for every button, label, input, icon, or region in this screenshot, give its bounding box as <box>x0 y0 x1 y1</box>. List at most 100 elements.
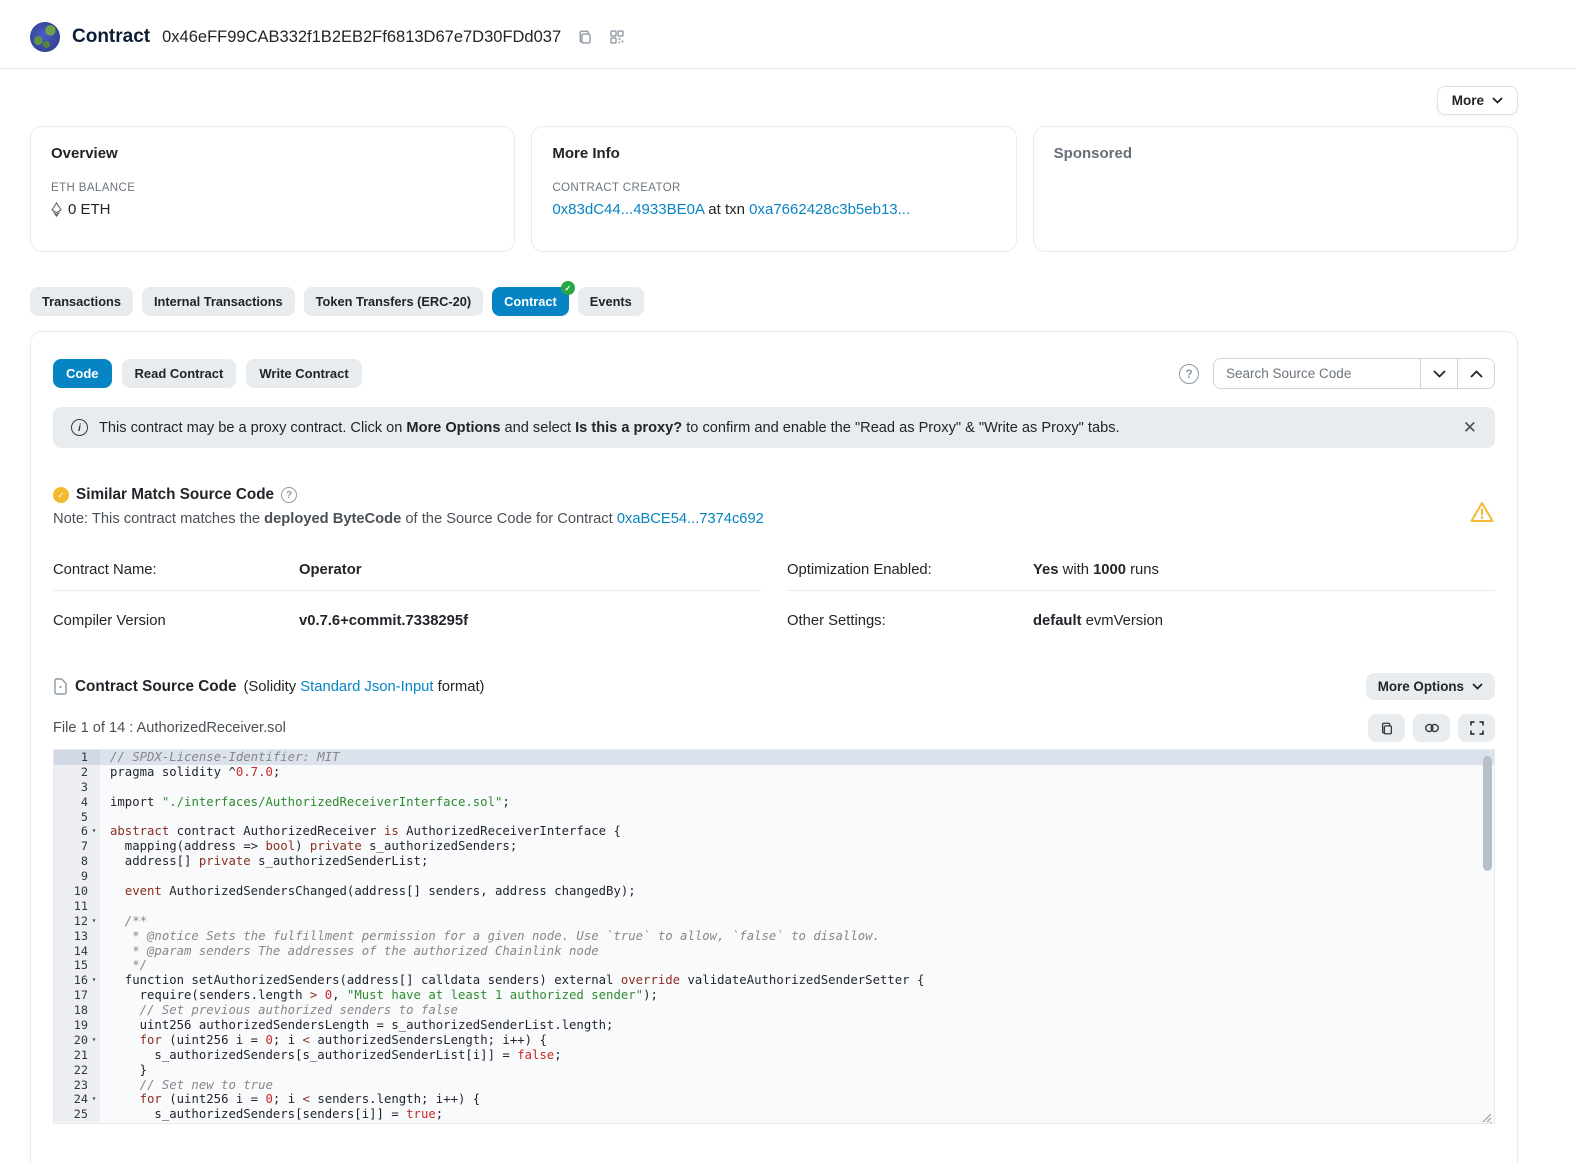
warning-triangle-icon[interactable] <box>1469 500 1495 529</box>
similar-match-help-icon[interactable]: ? <box>281 487 297 503</box>
code-line: 20▾ for (uint256 i = 0; i < authorizedSe… <box>54 1033 1494 1048</box>
code-line: 17 require(senders.length > 0, "Must hav… <box>54 988 1494 1003</box>
more-options-button[interactable]: More Options <box>1366 673 1495 700</box>
copy-address-icon[interactable] <box>577 29 593 45</box>
collapse-section-button[interactable] <box>1457 359 1494 388</box>
code-line: 12▾ /** <box>54 914 1494 929</box>
tab-contract-label: Contract <box>504 294 557 309</box>
sponsored-card: Sponsored <box>1033 126 1518 252</box>
similar-match-note: Note: This contract matches the deployed… <box>53 511 1495 527</box>
contract-creator-value: 0x83dC44...4933BE0A at txn 0xa7662428c3b… <box>552 201 995 218</box>
code-line: 25 s_authorizedSenders[senders[i]] = tru… <box>54 1107 1494 1122</box>
code-line: 6▾abstract contract AuthorizedReceiver i… <box>54 824 1494 839</box>
tab-token-transfers[interactable]: Token Transfers (ERC-20) <box>304 287 484 316</box>
line-number: 9 <box>54 869 88 884</box>
line-number: 14 <box>54 944 88 959</box>
verified-check-badge-icon: ✓ <box>561 281 575 295</box>
tab-contract[interactable]: Contract ✓ <box>492 287 569 316</box>
file-icon <box>53 678 68 695</box>
link[interactable]: 0xa7662428c3b5eb13... <box>749 201 910 218</box>
code-line: 15 */ <box>54 958 1494 973</box>
tab-internal-transactions[interactable]: Internal Transactions <box>142 287 295 316</box>
code-editor[interactable]: 1// SPDX-License-Identifier: MIT2pragma … <box>53 749 1495 1124</box>
line-number: 13 <box>54 929 88 944</box>
similar-match-section: ✓ Similar Match Source Code ? Note: This… <box>53 486 1495 527</box>
resize-handle[interactable] <box>1479 1108 1492 1121</box>
code-line: 23 // Set new to true <box>54 1078 1494 1093</box>
line-number: 12 <box>54 914 88 929</box>
code-line: 9 <box>54 869 1494 884</box>
link[interactable]: 0x83dC44...4933BE0A <box>552 201 704 218</box>
metadata-right-column: Optimization Enabled: Yes with 1000 runs… <box>787 551 1495 641</box>
optimization-label: Optimization Enabled: <box>787 562 1033 578</box>
fold-arrow-icon[interactable]: ▾ <box>88 1033 100 1048</box>
line-number: 4 <box>54 795 88 810</box>
compiler-version-label: Compiler Version <box>53 613 299 629</box>
contract-avatar <box>30 22 60 52</box>
line-number: 11 <box>54 899 88 914</box>
code-line: 10 event AuthorizedSendersChanged(addres… <box>54 884 1494 899</box>
code-line: 13 * @notice Sets the fulfillment permis… <box>54 929 1494 944</box>
contract-creator-label: CONTRACT CREATOR <box>552 182 995 194</box>
code-line: 14 * @param senders The addresses of the… <box>54 944 1494 959</box>
proxy-notice-banner: i This contract may be a proxy contract.… <box>53 407 1495 448</box>
close-icon[interactable]: ✕ <box>1463 419 1477 436</box>
code-line: 21 s_authorizedSenders[s_authorizedSende… <box>54 1048 1494 1063</box>
contract-name-label: Contract Name: <box>53 562 299 578</box>
link[interactable]: Standard Json-Input <box>300 679 433 695</box>
metadata-row: Contract Name: Operator <box>53 551 761 591</box>
subtab-code[interactable]: Code <box>53 359 112 388</box>
fold-arrow-icon[interactable]: ▾ <box>88 824 100 839</box>
code-scrollbar[interactable] <box>1483 756 1492 871</box>
overview-title: Overview <box>51 145 494 162</box>
eth-balance-value: 0 ETH <box>68 201 111 218</box>
file-info-text: File 1 of 14 : AuthorizedReceiver.sol <box>53 720 286 736</box>
search-source-input[interactable] <box>1214 359 1420 388</box>
tab-transactions[interactable]: Transactions <box>30 287 133 316</box>
chevron-down-icon <box>1492 97 1503 104</box>
header-divider <box>0 68 1576 69</box>
code-line: 11 <box>54 899 1494 914</box>
code-line: 18 // Set previous authorized senders to… <box>54 1003 1494 1018</box>
qr-grid-icon[interactable] <box>609 29 625 45</box>
eth-balance-label: ETH BALANCE <box>51 182 494 194</box>
copy-source-button[interactable] <box>1368 714 1405 742</box>
more-info-title: More Info <box>552 145 995 162</box>
code-line: 5 <box>54 810 1494 825</box>
line-number: 1 <box>54 750 88 765</box>
code-line: 1// SPDX-License-Identifier: MIT <box>54 750 1494 765</box>
subtab-read-contract[interactable]: Read Contract <box>122 359 237 388</box>
source-code-subtitle: (Solidity Standard Json-Input format) <box>244 679 485 695</box>
more-button[interactable]: More <box>1437 86 1518 115</box>
code-line: 16▾ function setAuthorizedSenders(addres… <box>54 973 1494 988</box>
code-line: 22 } <box>54 1063 1494 1078</box>
help-icon[interactable]: ? <box>1179 364 1199 384</box>
more-info-card: More Info CONTRACT CREATOR 0x83dC44...49… <box>531 126 1016 252</box>
search-next-button[interactable] <box>1420 359 1457 388</box>
fold-arrow-icon[interactable]: ▾ <box>88 1092 100 1107</box>
summary-cards: Overview ETH BALANCE 0 ETH More Info CON… <box>30 126 1518 252</box>
line-number: 5 <box>54 810 88 825</box>
line-number: 17 <box>54 988 88 1003</box>
chevron-up-icon <box>1470 370 1483 378</box>
expand-icon <box>1470 721 1484 735</box>
subtab-write-contract[interactable]: Write Contract <box>246 359 361 388</box>
permalink-button[interactable] <box>1413 714 1450 742</box>
metadata-row: Other Settings: default evmVersion <box>787 602 1495 641</box>
source-code-header: Contract Source Code (Solidity Standard … <box>53 673 1495 700</box>
line-number: 20 <box>54 1033 88 1048</box>
contract-metadata: Contract Name: Operator Compiler Version… <box>53 551 1495 641</box>
chevron-down-icon <box>1472 683 1483 690</box>
page-title: Contract <box>72 26 150 48</box>
tab-events[interactable]: Events <box>578 287 644 316</box>
fullscreen-button[interactable] <box>1458 714 1495 742</box>
fold-arrow-icon[interactable]: ▾ <box>88 973 100 988</box>
code-line: 24▾ for (uint256 i = 0; i < senders.leng… <box>54 1092 1494 1107</box>
code-subtabs: Code Read Contract Write Contract ? <box>53 358 1495 389</box>
line-number: 3 <box>54 780 88 795</box>
line-number: 8 <box>54 854 88 869</box>
contract-panel: Code Read Contract Write Contract ? i Th… <box>30 331 1518 1163</box>
fold-arrow-icon[interactable]: ▾ <box>88 914 100 929</box>
link[interactable]: 0xaBCE54...7374c692 <box>617 511 764 527</box>
line-number: 23 <box>54 1078 88 1093</box>
